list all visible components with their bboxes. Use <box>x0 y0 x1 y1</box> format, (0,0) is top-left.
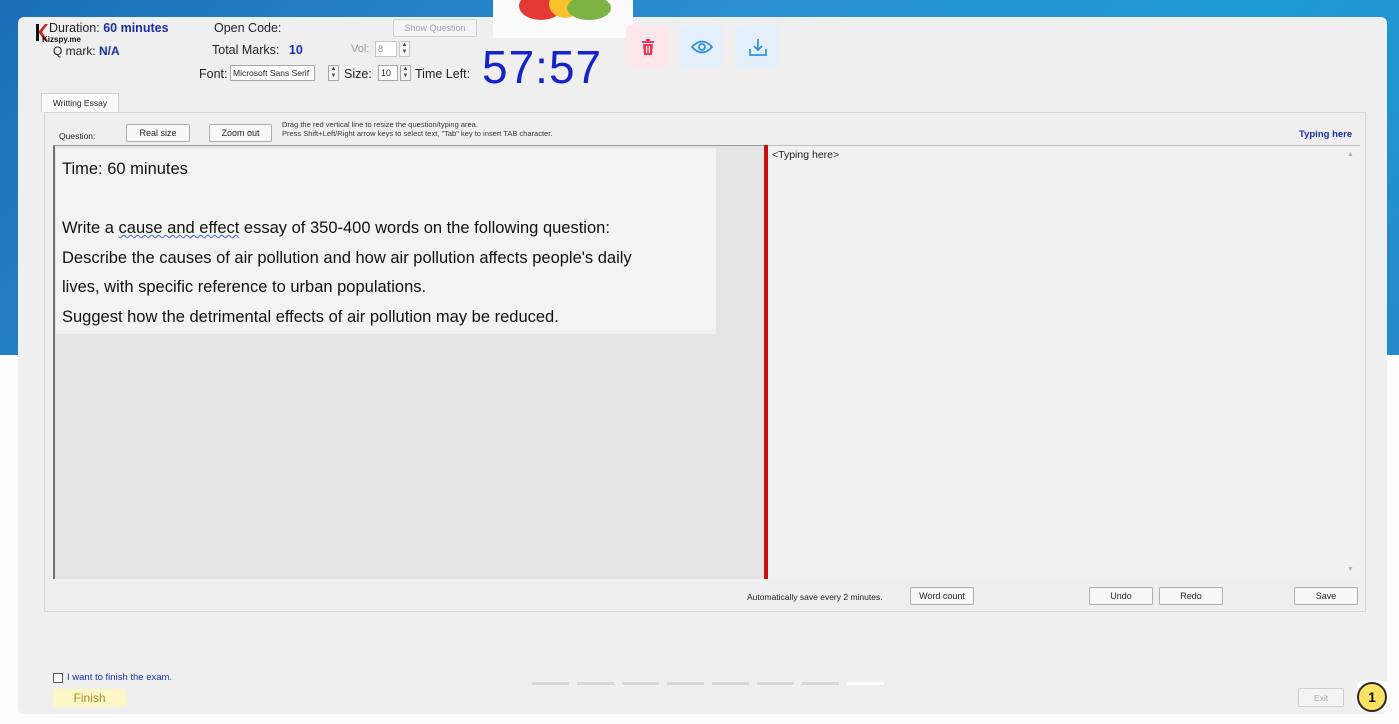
typing-here-label: Typing here <box>1299 129 1353 140</box>
download-button[interactable] <box>736 25 779 68</box>
answer-placeholder: <Typing here> <box>772 149 840 161</box>
eye-icon <box>690 40 713 53</box>
font-select[interactable]: Microsoft Sans Serif <box>230 65 315 81</box>
qmark-value: N/A <box>99 44 120 58</box>
carousel-dot-active[interactable] <box>847 682 884 685</box>
undo-button[interactable]: Undo <box>1089 587 1153 605</box>
scroll-down-icon[interactable]: ▼ <box>1347 566 1354 573</box>
question-line-instruction: Write a cause and effect essay of 350-40… <box>62 219 610 237</box>
question-line-time: Time: 60 minutes <box>62 160 188 178</box>
resize-hint-line2: Press Shift+Left/Right arrow keys to sel… <box>282 129 553 138</box>
carousel-dot[interactable] <box>667 682 704 685</box>
brand-text: Kizspy.me <box>42 35 81 44</box>
size-stepper[interactable]: ▲ ▼ <box>400 65 411 81</box>
save-button[interactable]: Save <box>1294 587 1358 605</box>
duration-row: Duration: 60 minutes <box>49 21 169 35</box>
open-code-field[interactable] <box>287 20 385 36</box>
word-count-button[interactable]: Word count <box>910 587 974 605</box>
question-line-describe: Describe the causes of air pollution and… <box>62 248 632 267</box>
qmark-label: Q mark: <box>53 44 96 58</box>
vol-input[interactable]: 8 <box>375 41 397 57</box>
carousel-dot[interactable] <box>532 682 569 685</box>
question-label: Question: <box>59 131 96 141</box>
font-stepper[interactable]: ▲ ▼ <box>328 65 339 81</box>
question-line-suggest: Suggest how the detrimental effects of a… <box>62 307 559 326</box>
zoom-out-button[interactable]: Zoom out <box>209 124 272 142</box>
redo-button[interactable]: Redo <box>1159 587 1223 605</box>
carousel-indicators <box>532 682 884 685</box>
finish-button[interactable]: Finish <box>53 689 126 707</box>
resize-hint-line1: Drag the red vertical line to resize the… <box>282 120 478 129</box>
question-line-lives: lives, with specific reference to urban … <box>62 278 427 296</box>
step-badge: 1 <box>1357 682 1387 712</box>
size-input[interactable]: 10 <box>378 65 398 81</box>
question-text: Time: 60 minutes Write a cause and effec… <box>56 148 716 334</box>
duration-label: Duration: <box>49 21 100 35</box>
preview-button[interactable] <box>680 25 723 68</box>
font-label: Font: <box>199 67 228 81</box>
finish-checkbox[interactable] <box>53 672 63 683</box>
scroll-up-icon[interactable]: ▲ <box>1347 151 1354 158</box>
flower-image <box>493 0 633 38</box>
real-size-button[interactable]: Real size <box>126 124 190 142</box>
open-code-label: Open Code: <box>214 21 282 35</box>
carousel-dot[interactable] <box>577 682 614 685</box>
vol-stepper[interactable]: ▲ ▼ <box>399 41 410 57</box>
qmark-row: Q mark: N/A <box>53 44 120 58</box>
time-left-value: 57:57 <box>482 41 603 93</box>
finish-checkbox-row[interactable]: I want to finish the exam. <box>53 672 172 683</box>
spellcheck-underlined-text: cause and effect <box>118 219 240 237</box>
finish-checkbox-label: I want to finish the exam. <box>67 672 173 683</box>
vol-label: Vol: <box>351 43 370 55</box>
size-label: Size: <box>344 67 372 81</box>
carousel-dot[interactable] <box>712 682 749 685</box>
total-marks-value: 10 <box>288 43 303 57</box>
answer-textarea[interactable]: <Typing here> <box>768 145 1360 579</box>
total-marks-row: Total Marks: 10 <box>212 43 303 57</box>
download-icon <box>748 38 767 56</box>
trash-icon <box>641 38 654 55</box>
carousel-dot[interactable] <box>757 682 794 685</box>
resize-hint: Drag the red vertical line to resize the… <box>282 120 552 138</box>
total-marks-label: Total Marks: <box>212 43 280 57</box>
answer-scrollbar[interactable]: ▲ ▼ <box>1344 147 1358 577</box>
duration-value: 60 minutes <box>103 21 169 35</box>
time-left-label: Time Left: <box>415 67 471 81</box>
delete-button[interactable] <box>626 25 669 68</box>
carousel-dot[interactable] <box>802 682 839 685</box>
show-question-button[interactable]: Show Question <box>393 19 477 37</box>
tab-writing-essay[interactable]: Writting Essay <box>41 93 119 112</box>
carousel-dot[interactable] <box>622 682 659 685</box>
exit-button[interactable]: Exit <box>1298 688 1344 707</box>
autosave-text: Automatically save every 2 minutes. <box>747 592 883 602</box>
